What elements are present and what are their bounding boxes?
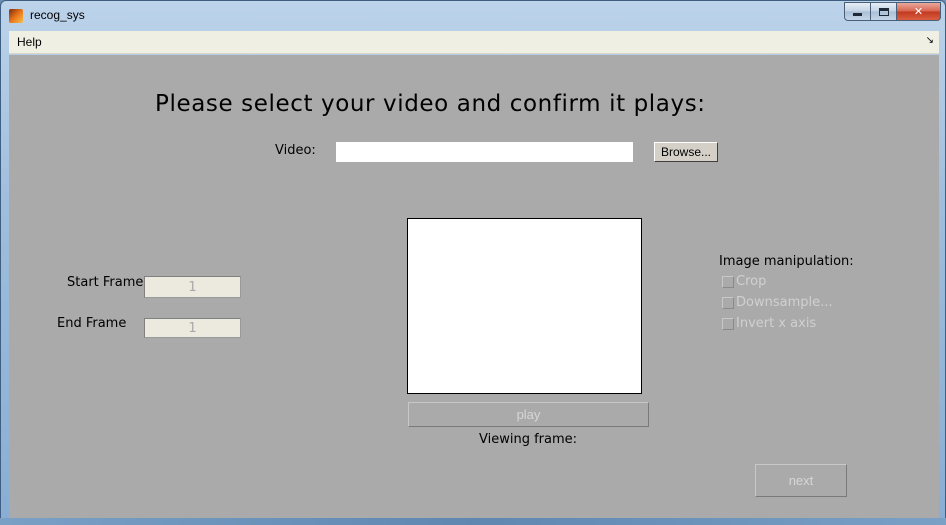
minimize-button[interactable]: [844, 2, 871, 21]
start-frame-input[interactable]: 1: [144, 276, 241, 298]
invert-x-checkbox[interactable]: [722, 317, 734, 330]
play-button[interactable]: play: [408, 402, 649, 427]
image-manipulation-title: Image manipulation:: [719, 254, 854, 269]
menu-bar: Help ↘: [9, 31, 939, 54]
downsample-checkbox-row[interactable]: Downsample...: [722, 295, 833, 310]
title-bar[interactable]: recog_sys ✕: [1, 1, 945, 31]
invert-x-checkbox-row[interactable]: Invert x axis: [722, 316, 816, 331]
downsample-checkbox[interactable]: [722, 296, 734, 309]
window-title: recog_sys: [30, 8, 85, 22]
maximize-icon: [878, 7, 889, 16]
app-window: recog_sys ✕ Help ↘ Please select your vi…: [0, 0, 946, 525]
browse-button[interactable]: Browse...: [654, 142, 718, 162]
figure-panel: Please select your video and confirm it …: [9, 55, 939, 519]
crop-checkbox[interactable]: [722, 275, 734, 288]
downsample-label: Downsample...: [736, 295, 833, 310]
close-button[interactable]: ✕: [897, 2, 941, 21]
viewing-frame-label: Viewing frame:: [479, 432, 578, 447]
invert-x-label: Invert x axis: [736, 316, 817, 331]
end-frame-input[interactable]: 1: [144, 318, 241, 338]
matlab-icon: [9, 9, 23, 23]
close-icon: ✕: [913, 5, 924, 18]
next-button[interactable]: next: [755, 464, 847, 497]
taskbar-strip: [0, 518, 946, 525]
video-path-input[interactable]: [336, 142, 633, 162]
minimize-icon: [853, 13, 862, 16]
video-preview-axes: [407, 218, 642, 394]
dock-arrow-icon[interactable]: ↘: [926, 35, 934, 46]
crop-checkbox-row[interactable]: Crop: [722, 274, 766, 289]
end-frame-label: End Frame: [57, 316, 127, 331]
crop-label: Crop: [736, 274, 767, 289]
start-frame-label: Start Frame: [67, 275, 144, 290]
maximize-button[interactable]: [871, 2, 897, 21]
video-label: Video:: [275, 143, 316, 158]
menu-help[interactable]: Help: [17, 35, 42, 49]
window-controls: ✕: [844, 2, 941, 21]
page-title: Please select your video and confirm it …: [155, 91, 706, 117]
